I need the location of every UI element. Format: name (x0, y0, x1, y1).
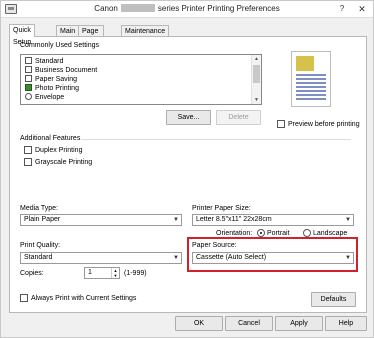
preview-photo (296, 56, 314, 71)
document-icon (25, 66, 32, 73)
media-type-value: Plain Paper (24, 216, 61, 223)
preview-line (296, 94, 326, 96)
chevron-down-icon: ▼ (173, 255, 179, 261)
additional-features-label: Additional Features (20, 135, 81, 142)
photo-icon (25, 84, 32, 91)
grayscale-printing-checkbox[interactable] (24, 158, 32, 166)
chevron-down-icon: ▼ (173, 217, 179, 223)
preview-line (296, 98, 326, 100)
window-title-suffix: series Printer Printing Preferences (157, 4, 280, 13)
list-item-label: Paper Saving (35, 76, 78, 83)
list-scrollbar[interactable]: ▲ ▼ (251, 55, 261, 104)
window-title-prefix: Canon (94, 4, 118, 13)
spin-arrows-icon[interactable]: ▲ ▼ (111, 268, 119, 278)
copies-range: (1-999) (124, 270, 147, 277)
paper-source-select[interactable]: Cassette (Auto Select) ▼ (192, 252, 354, 264)
portrait-radio[interactable] (257, 229, 265, 237)
preview-line (296, 78, 326, 80)
redacted-model-name (120, 4, 155, 12)
duplex-printing-label: Duplex Printing (35, 147, 83, 154)
duplex-printing-checkbox[interactable] (24, 146, 32, 154)
tab-quick-setup[interactable]: Quick Setup (9, 24, 36, 46)
scroll-thumb[interactable] (253, 65, 260, 83)
paper-source-label: Paper Source: (192, 242, 237, 249)
print-quality-select[interactable]: Standard ▼ (20, 252, 182, 264)
list-item[interactable]: Business Document (25, 66, 97, 75)
grayscale-printing-label: Grayscale Printing (35, 159, 93, 166)
orientation-label: Orientation: (216, 230, 253, 237)
preview-before-printing-label: Preview before printing (288, 121, 360, 128)
chevron-down-icon: ▼ (345, 217, 351, 223)
chevron-down-icon: ▼ (345, 255, 351, 261)
preview-line (296, 86, 326, 88)
media-type-label: Media Type: (20, 205, 59, 212)
list-item[interactable]: Envelope (25, 93, 64, 102)
list-item-label: Envelope (35, 94, 65, 101)
paper-source-value: Cassette (Auto Select) (196, 254, 267, 261)
ok-button[interactable]: OK (175, 316, 223, 331)
print-quality-value: Standard (24, 254, 53, 261)
save-button[interactable]: Save... (166, 110, 211, 125)
list-item-label: Standard (35, 58, 64, 65)
commonly-used-settings-list[interactable]: Standard Business Document Paper Saving … (20, 54, 262, 105)
always-print-label: Always Print with Current Settings (31, 295, 137, 302)
page-preview-image (291, 51, 331, 107)
help-title-button[interactable]: ? (332, 1, 352, 17)
list-item-label: Photo Printing (35, 85, 79, 92)
portrait-label: Portrait (267, 230, 290, 237)
title-bar: Canon series Printer Printing Preferences… (1, 1, 373, 18)
copies-value: 1 (88, 269, 92, 276)
group-divider (81, 139, 351, 140)
scroll-up-icon[interactable]: ▲ (252, 55, 261, 63)
cancel-button[interactable]: Cancel (225, 316, 273, 331)
document-icon (25, 57, 32, 64)
apply-button[interactable]: Apply (275, 316, 323, 331)
help-button[interactable]: Help (325, 316, 367, 331)
preview-before-printing-checkbox[interactable] (277, 120, 285, 128)
preview-line (296, 74, 326, 76)
printer-paper-size-label: Printer Paper Size: (192, 205, 251, 212)
landscape-label: Landscape (313, 230, 348, 237)
delete-button[interactable]: Delete (216, 110, 261, 125)
scroll-down-icon[interactable]: ▼ (252, 96, 261, 104)
copies-stepper[interactable]: 1 ▲ ▼ (84, 267, 120, 279)
copies-label: Copies: (20, 270, 44, 277)
print-quality-label: Print Quality: (20, 242, 61, 249)
media-type-select[interactable]: Plain Paper ▼ (20, 214, 182, 226)
list-item[interactable]: Photo Printing (25, 84, 79, 93)
window-title: Canon series Printer Printing Preferences (1, 4, 373, 13)
preview-line (296, 90, 326, 92)
commonly-used-settings-label: Commonly Used Settings (20, 42, 99, 49)
printer-paper-size-value: Letter 8.5"x11" 22x28cm (196, 216, 272, 223)
defaults-button[interactable]: Defaults (311, 292, 356, 307)
printer-paper-size-select[interactable]: Letter 8.5"x11" 22x28cm ▼ (192, 214, 354, 226)
always-print-checkbox[interactable] (20, 294, 28, 302)
printer-preferences-window: Canon series Printer Printing Preferences… (0, 0, 374, 338)
list-item-label: Business Document (35, 67, 98, 74)
landscape-radio[interactable] (303, 229, 311, 237)
list-item[interactable]: Paper Saving (25, 75, 77, 84)
paper-saving-icon (25, 75, 32, 82)
preview-line (296, 82, 326, 84)
close-icon[interactable]: ✕ (352, 1, 372, 17)
list-item[interactable]: Standard (25, 57, 63, 66)
envelope-icon (25, 93, 32, 100)
